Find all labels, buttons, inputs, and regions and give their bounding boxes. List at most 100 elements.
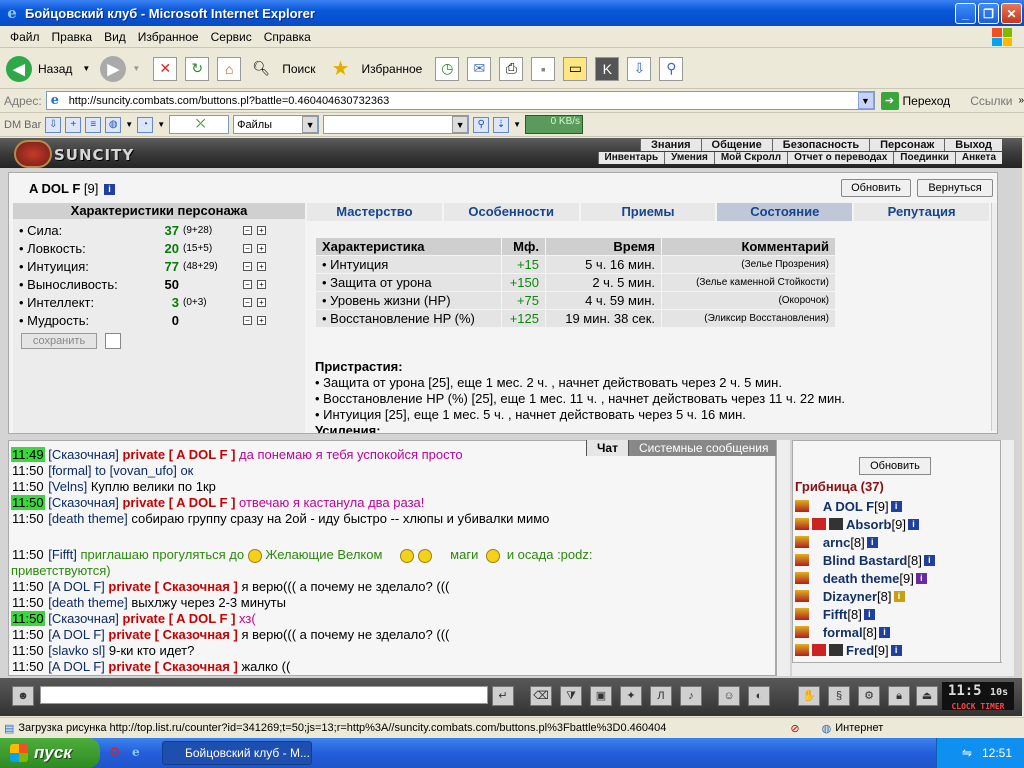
info-icon[interactable]: i <box>907 518 919 530</box>
users-refresh-button[interactable]: Обновить <box>859 457 931 475</box>
nav-knowledge[interactable]: Знания <box>640 139 701 151</box>
refresh-icon[interactable]: ↻ <box>185 56 210 81</box>
info-icon[interactable]: i <box>893 590 905 602</box>
info-icon[interactable]: i <box>879 626 891 638</box>
research-icon[interactable]: ⚲ <box>659 56 684 81</box>
messenger-icon[interactable]: K <box>595 56 620 81</box>
save-checkbox[interactable] <box>105 333 121 349</box>
info-icon[interactable]: i <box>866 536 878 548</box>
nav-transfers[interactable]: Отчет о переводах <box>787 152 894 164</box>
chat-nick[interactable]: [Сказочная] <box>48 447 119 462</box>
chat-nick[interactable]: [Velns] <box>48 479 87 494</box>
chat-nick[interactable]: [Fifft] <box>48 547 77 562</box>
refresh-button[interactable]: Обновить <box>841 179 911 197</box>
favorites-button[interactable]: Избранное <box>362 62 423 76</box>
tab-chat[interactable]: Чат <box>586 440 628 456</box>
stop-icon[interactable]: ✕ <box>153 56 178 81</box>
info-icon[interactable]: i <box>915 572 927 584</box>
tab-system-messages[interactable]: Системные сообщения <box>627 440 779 456</box>
search-icon[interactable]: 🔍︎ <box>249 57 273 81</box>
minus-icon[interactable]: − <box>243 261 252 271</box>
forward-arrow-icon[interactable]: ▶ <box>100 55 127 82</box>
opera-icon[interactable]: O <box>110 745 119 759</box>
dm-files-dropdown-icon[interactable]: ▼ <box>302 116 319 133</box>
dm-dropdown3-icon[interactable]: ▼ <box>513 120 521 129</box>
user-item[interactable]: Dizayner [8] i <box>795 587 905 605</box>
dm-search-dropdown-icon[interactable]: ▼ <box>452 116 469 133</box>
nav-exit[interactable]: Выход <box>944 139 1002 151</box>
nav-scroll[interactable]: Мой Скролл <box>713 152 788 164</box>
minus-icon[interactable]: − <box>243 297 252 307</box>
users-scrollbar[interactable] <box>1000 440 1014 676</box>
chat-input[interactable] <box>40 686 488 704</box>
menu-file[interactable]: Файл <box>4 30 46 44</box>
chat-nick[interactable]: [Сказочная] <box>48 495 119 510</box>
menu-edit[interactable]: Правка <box>46 30 99 44</box>
info-icon[interactable]: i <box>890 500 902 512</box>
info-icon[interactable]: i <box>104 184 115 196</box>
action-icon[interactable]: ✋ <box>798 686 820 706</box>
plus-icon[interactable]: + <box>257 261 266 271</box>
nav-profile[interactable]: Анкета <box>954 152 1002 164</box>
user-item[interactable]: arnc [8] i <box>795 533 878 551</box>
nav-social[interactable]: Общение <box>700 139 772 151</box>
user-item[interactable]: A DOL F [9] i <box>795 497 902 515</box>
nav-battles[interactable]: Поединки <box>893 152 955 164</box>
panel-scrollbar[interactable] <box>991 203 997 431</box>
dm-globe-icon[interactable]: ◍ <box>105 116 122 133</box>
menu-view[interactable]: Вид <box>98 30 132 44</box>
scroll-icon[interactable]: § <box>828 686 850 706</box>
tab-state[interactable]: Состояние <box>717 203 855 221</box>
dm-dropdown-icon[interactable]: ▼ <box>125 120 133 129</box>
address-dropdown-icon[interactable]: ▼ <box>857 92 874 109</box>
dm-queue-icon[interactable]: ≡ <box>85 116 102 133</box>
minus-icon[interactable]: − <box>243 279 252 289</box>
menu-tools[interactable]: Сервис <box>205 30 258 44</box>
chat-head-icon[interactable]: ☻ <box>12 686 34 706</box>
settings-icon[interactable]: ⚙ <box>858 686 880 706</box>
user-item[interactable]: formal [8] i <box>795 623 891 641</box>
plus-icon[interactable]: + <box>257 243 266 253</box>
edit-icon[interactable]: ▪ <box>531 56 556 81</box>
dm-connection-icon[interactable]: ⤫ <box>169 115 230 134</box>
return-button[interactable]: Вернуться <box>917 179 993 197</box>
history-icon[interactable]: ◷ <box>435 56 460 81</box>
user-item[interactable]: Blind Bastard [8] i <box>795 551 935 569</box>
menu-help[interactable]: Справка <box>258 30 317 44</box>
tab-mastery[interactable]: Мастерство <box>307 203 444 221</box>
links-chevron-icon[interactable]: » <box>1018 95 1024 106</box>
send-icon[interactable]: ↵ <box>492 686 514 706</box>
nav-security[interactable]: Безопасность <box>771 139 870 151</box>
plus-icon[interactable]: + <box>257 315 266 325</box>
menu-favorites[interactable]: Избранное <box>132 30 205 44</box>
search-button[interactable]: Поиск <box>282 62 315 76</box>
dm-search-icon[interactable]: ⚲ <box>473 116 490 133</box>
go-button[interactable]: ➔ Переход <box>880 91 950 110</box>
tab-features[interactable]: Особенности <box>443 203 581 221</box>
filter-icon[interactable]: ⧩ <box>560 686 582 706</box>
nav-character[interactable]: Персонаж <box>869 139 945 151</box>
info-icon[interactable]: i <box>923 554 935 566</box>
chat-mode-icon[interactable]: ◐ <box>748 686 770 706</box>
plus-icon[interactable]: + <box>257 225 266 235</box>
back-arrow-icon[interactable]: ◀ <box>6 55 32 82</box>
links-label[interactable]: Ссылки <box>970 94 1012 108</box>
chat-nick[interactable]: [A DOL F] <box>48 579 105 594</box>
chat-nick[interactable]: [death theme] <box>48 595 128 610</box>
minimize-button[interactable]: _ <box>955 3 976 24</box>
dm-dropdown2-icon[interactable]: ▼ <box>157 120 165 129</box>
chat-nick[interactable]: [slavko sl] <box>48 643 105 658</box>
chat-nick[interactable]: [death theme] <box>48 511 128 526</box>
start-button[interactable]: пуск <box>0 738 100 768</box>
ie-quicklaunch-icon[interactable]: e <box>132 745 140 759</box>
save-log-icon[interactable]: ▣ <box>590 686 612 706</box>
dm-download-icon[interactable]: ⇩ <box>45 116 62 133</box>
minus-icon[interactable]: − <box>243 243 252 253</box>
exit-icon[interactable]: ⏏ <box>916 686 938 706</box>
plus-icon[interactable]: + <box>257 279 266 289</box>
chat-nick[interactable]: [formal] <box>48 463 91 478</box>
dm-start-icon[interactable]: ⇣ <box>493 116 510 133</box>
notes-icon[interactable]: ▭ <box>563 56 588 81</box>
fight-icon[interactable]: ✦ <box>620 686 642 706</box>
dm-add-icon[interactable]: + <box>65 116 82 133</box>
